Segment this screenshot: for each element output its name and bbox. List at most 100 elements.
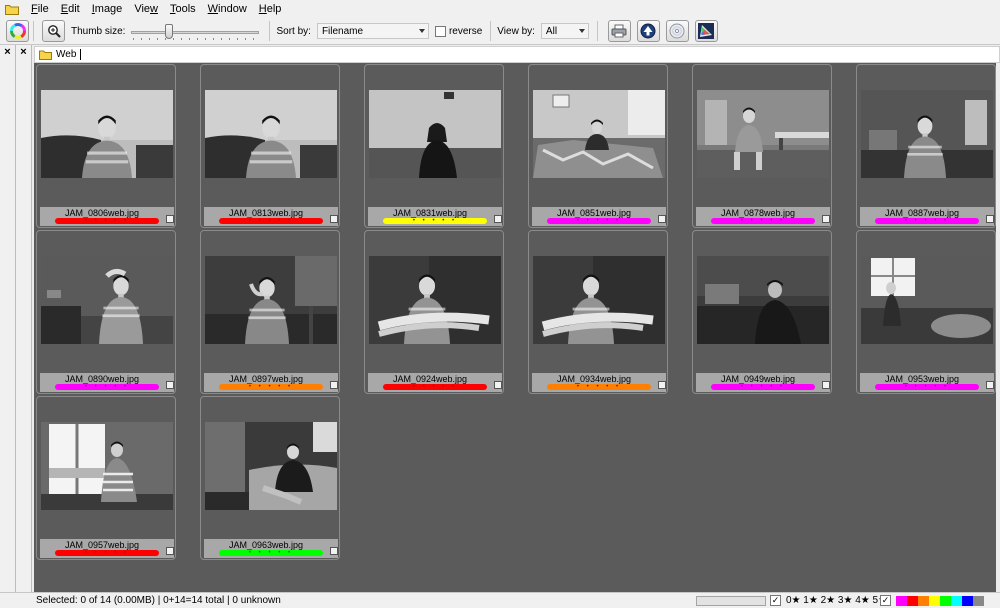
- rating-dots[interactable]: • • • • •: [55, 218, 159, 224]
- color-label-bar[interactable]: • • • • •: [547, 218, 651, 224]
- thumbnail-image[interactable]: [369, 90, 501, 178]
- color-label-bar[interactable]: • • • • •: [219, 550, 323, 556]
- thumbnail-image[interactable]: [41, 422, 173, 510]
- color-label-bar[interactable]: • • • • •: [383, 218, 487, 224]
- select-checkbox[interactable]: [986, 215, 994, 223]
- color-label-bar[interactable]: • • • • •: [875, 384, 979, 390]
- menu-image[interactable]: Image: [86, 0, 129, 18]
- thumbnail-item[interactable]: JAM_0897web.jpg • • • • •: [200, 230, 340, 394]
- rating-dots[interactable]: • • • • •: [547, 218, 651, 224]
- rating-dots[interactable]: • • • • •: [383, 384, 487, 390]
- thumbnail-image[interactable]: [41, 90, 173, 178]
- thumbnail-item[interactable]: JAM_0963web.jpg • • • • •: [200, 396, 340, 560]
- select-checkbox[interactable]: [166, 381, 174, 389]
- select-checkbox[interactable]: [166, 215, 174, 223]
- thumbnail-image[interactable]: [861, 90, 993, 178]
- color-label-bar[interactable]: • • • • •: [55, 218, 159, 224]
- thumbnail-item[interactable]: JAM_0813web.jpg • • • • •: [200, 64, 340, 228]
- select-checkbox[interactable]: [658, 381, 666, 389]
- thumbnail-item[interactable]: JAM_0878web.jpg • • • • •: [692, 64, 832, 228]
- view-by-select[interactable]: All: [540, 23, 589, 39]
- thumbnail-image[interactable]: [369, 256, 501, 344]
- slider-handle[interactable]: [165, 24, 174, 39]
- rating-dots[interactable]: • • • • •: [219, 550, 323, 556]
- rating-dots[interactable]: • • • • •: [875, 218, 979, 224]
- rating-dots[interactable]: • • • • •: [547, 384, 651, 390]
- color-label-bar[interactable]: • • • • •: [547, 384, 651, 390]
- select-checkbox[interactable]: [822, 381, 830, 389]
- menu-edit[interactable]: Edit: [55, 0, 86, 18]
- color-swatch[interactable]: [929, 596, 940, 606]
- color-label-bar[interactable]: • • • • •: [219, 218, 323, 224]
- color-label-bar[interactable]: • • • • •: [711, 218, 815, 224]
- color-swatch[interactable]: [973, 596, 984, 606]
- thumbnail-item[interactable]: JAM_0851web.jpg • • • • •: [528, 64, 668, 228]
- color-label-bar[interactable]: • • • • •: [219, 384, 323, 390]
- select-checkbox[interactable]: [822, 215, 830, 223]
- rating-dots[interactable]: • • • • •: [711, 218, 815, 224]
- sort-by-select[interactable]: Filename: [316, 23, 429, 39]
- color-label-bar[interactable]: • • • • •: [875, 218, 979, 224]
- select-checkbox[interactable]: [330, 381, 338, 389]
- select-checkbox[interactable]: [494, 215, 502, 223]
- select-checkbox[interactable]: [166, 547, 174, 555]
- status-checkbox[interactable]: ✓: [770, 595, 781, 606]
- color-label-bar[interactable]: • • • • •: [711, 384, 815, 390]
- thumbnail-image[interactable]: [205, 90, 337, 178]
- path-input[interactable]: Web: [34, 46, 1000, 63]
- thumbnail-item[interactable]: JAM_0949web.jpg • • • • •: [692, 230, 832, 394]
- thumbnail-image[interactable]: [533, 90, 665, 178]
- color-label-bar[interactable]: • • • • •: [55, 550, 159, 556]
- color-gamut-button[interactable]: [694, 20, 718, 42]
- color-swatch[interactable]: [940, 596, 951, 606]
- color-swatch[interactable]: [962, 596, 973, 606]
- color-filter-swatches[interactable]: [896, 596, 984, 606]
- burn-disc-button[interactable]: [665, 20, 689, 42]
- thumbnail-grid[interactable]: JAM_0806web.jpg • • • • • JAM_0813web.jpg…: [34, 63, 996, 592]
- color-label-bar[interactable]: • • • • •: [383, 384, 487, 390]
- color-label-bar[interactable]: • • • • •: [55, 384, 159, 390]
- thumbnail-item[interactable]: JAM_0934web.jpg • • • • •: [528, 230, 668, 394]
- thumbnail-image[interactable]: [205, 256, 337, 344]
- color-swatch[interactable]: [918, 596, 929, 606]
- thumb-size-slider[interactable]: [131, 21, 260, 41]
- thumbnail-image[interactable]: [697, 90, 829, 178]
- menu-file[interactable]: File: [25, 0, 55, 18]
- select-checkbox[interactable]: [494, 381, 502, 389]
- rating-dots[interactable]: • • • • •: [219, 384, 323, 390]
- color-swatch[interactable]: [896, 596, 907, 606]
- reverse-toggle[interactable]: reverse: [434, 25, 482, 37]
- close-icon[interactable]: ×: [16, 45, 31, 59]
- close-icon[interactable]: ×: [0, 45, 15, 59]
- thumbnail-item[interactable]: JAM_0957web.jpg • • • • •: [36, 396, 176, 560]
- color-filter-checkbox[interactable]: ✓: [880, 595, 891, 606]
- thumbnail-image[interactable]: [533, 256, 665, 344]
- rating-dots[interactable]: • • • • •: [711, 384, 815, 390]
- upload-button[interactable]: [636, 20, 660, 42]
- print-button[interactable]: [607, 20, 631, 42]
- rating-filter[interactable]: 0★ 1★ 2★ 3★ 4★ 5★: [786, 595, 887, 606]
- rating-dots[interactable]: • • • • •: [383, 218, 487, 224]
- thumbnail-item[interactable]: JAM_0806web.jpg • • • • •: [36, 64, 176, 228]
- color-wheel-button[interactable]: [6, 20, 29, 42]
- select-checkbox[interactable]: [330, 547, 338, 555]
- thumbnail-item[interactable]: JAM_0831web.jpg • • • • •: [364, 64, 504, 228]
- select-checkbox[interactable]: [658, 215, 666, 223]
- rating-dots[interactable]: • • • • •: [875, 384, 979, 390]
- reverse-checkbox[interactable]: [434, 25, 446, 37]
- rating-dots[interactable]: • • • • •: [219, 218, 323, 224]
- zoom-button[interactable]: [42, 20, 65, 42]
- thumbnail-item[interactable]: JAM_0890web.jpg • • • • •: [36, 230, 176, 394]
- menu-view[interactable]: View: [128, 0, 164, 18]
- menu-window[interactable]: Window: [202, 0, 253, 18]
- thumbnail-image[interactable]: [861, 256, 993, 344]
- color-swatch[interactable]: [907, 596, 918, 606]
- thumbnail-image[interactable]: [697, 256, 829, 344]
- menu-help[interactable]: Help: [253, 0, 288, 18]
- rating-dots[interactable]: • • • • •: [55, 384, 159, 390]
- rating-dots[interactable]: • • • • •: [55, 550, 159, 556]
- color-swatch[interactable]: [951, 596, 962, 606]
- select-checkbox[interactable]: [330, 215, 338, 223]
- thumbnail-image[interactable]: [41, 256, 173, 344]
- thumbnail-item[interactable]: JAM_0953web.jpg • • • • •: [856, 230, 996, 394]
